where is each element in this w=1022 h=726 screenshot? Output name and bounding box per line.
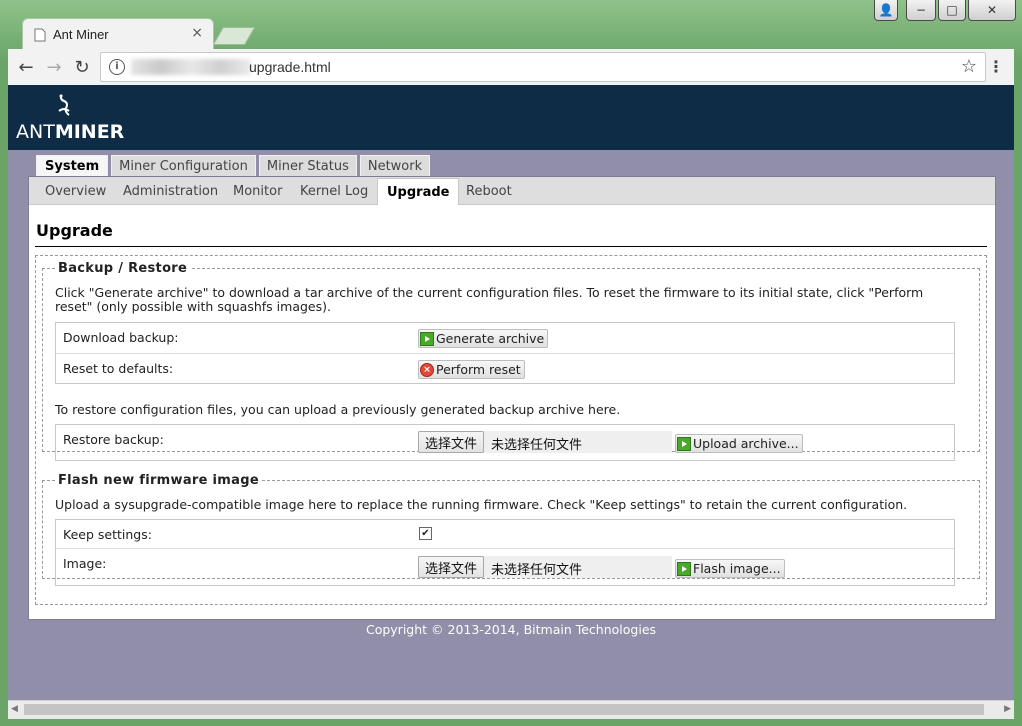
page-viewport: ANTMINER System Miner Configuration Mine… <box>8 85 1014 700</box>
reset-defaults-row: Reset to defaults: × Perform reset <box>56 354 954 383</box>
new-tab-button[interactable] <box>212 27 256 45</box>
generate-archive-button[interactable]: Generate archive <box>418 329 549 348</box>
flash-table: Keep settings: ✔ Image: 选择文件 未选择任何文件 Fla… <box>55 519 955 586</box>
window-controls: 👤 − □ ✕ <box>874 0 1016 21</box>
keep-settings-label: Keep settings: <box>63 527 152 542</box>
upload-archive-label: Upload archive... <box>693 436 799 451</box>
flash-firmware-section: Flash new firmware image Upload a sysupg… <box>42 473 980 586</box>
flash-description: Upload a sysupgrade-compatible image her… <box>55 497 908 512</box>
keep-settings-checkbox[interactable]: ✔ <box>419 527 432 540</box>
reset-icon: × <box>420 362 434 377</box>
tab-network[interactable]: Network <box>359 155 431 177</box>
tab-system[interactable]: System <box>36 155 109 177</box>
subnav-reboot[interactable]: Reboot <box>466 184 512 199</box>
restore-backup-row: Restore backup: 选择文件 未选择任何文件 Upload arch… <box>56 425 954 460</box>
generate-archive-label: Generate archive <box>436 331 545 346</box>
image-label: Image: <box>63 556 107 571</box>
restore-file-input[interactable]: 选择文件 未选择任何文件 <box>418 431 672 453</box>
bookmark-star-icon[interactable]: ☆ <box>961 56 977 77</box>
info-icon[interactable]: i <box>109 59 125 75</box>
address-bar[interactable]: i upgrade.html ☆ <box>100 52 986 82</box>
footer-copyright: Copyright © 2013-2014, Bitmain Technolog… <box>365 622 657 637</box>
backup-legend: Backup / Restore <box>58 261 188 276</box>
image-choose-file-button[interactable]: 选择文件 <box>418 556 485 578</box>
content-panel: Overview Administration Monitor Kernel L… <box>28 176 996 620</box>
browser-tab[interactable]: Ant Miner × <box>22 18 214 51</box>
browser-menu-icon[interactable]: ⋮ <box>988 57 1004 76</box>
scrollbar-thumb[interactable] <box>24 704 984 715</box>
upload-archive-button[interactable]: Upload archive... <box>675 434 803 453</box>
download-backup-row: Download backup: Generate archive <box>56 323 954 354</box>
back-icon[interactable]: ← <box>14 55 38 79</box>
title-divider <box>35 246 987 247</box>
perform-reset-button[interactable]: × Perform reset <box>418 360 525 379</box>
horizontal-scrollbar[interactable]: ◀ ▶ <box>8 700 1014 719</box>
maximize-button[interactable]: □ <box>938 0 966 21</box>
close-window-button[interactable]: ✕ <box>968 0 1016 21</box>
main-tabs: System Miner Configuration Miner Status … <box>36 155 431 177</box>
logo-text: ANTMINER <box>16 121 124 143</box>
flash-image-label: Flash image... <box>693 561 781 576</box>
page-icon <box>34 28 46 42</box>
subnav-upgrade[interactable]: Upgrade <box>377 178 460 205</box>
url-text: upgrade.html <box>249 59 331 75</box>
reload-icon[interactable]: ↻ <box>70 55 94 79</box>
perform-reset-label: Perform reset <box>436 362 521 377</box>
user-icon[interactable]: 👤 <box>874 0 898 21</box>
image-file-input[interactable]: 选择文件 未选择任何文件 <box>418 556 672 578</box>
play-icon <box>677 436 691 451</box>
subnav-monitor[interactable]: Monitor <box>233 184 282 199</box>
play-icon <box>677 561 691 576</box>
tab-miner-configuration[interactable]: Miner Configuration <box>111 155 256 177</box>
restore-file-status: 未选择任何文件 <box>491 438 583 453</box>
download-backup-label: Download backup: <box>63 330 179 345</box>
site-header: ANTMINER <box>8 85 1014 150</box>
restore-choose-file-button[interactable]: 选择文件 <box>418 431 485 453</box>
forward-icon[interactable]: → <box>42 55 66 79</box>
image-row: Image: 选择文件 未选择任何文件 Flash image... <box>56 549 954 585</box>
restore-backup-label: Restore backup: <box>63 432 164 447</box>
tab-miner-status[interactable]: Miner Status <box>258 155 357 177</box>
restore-description: To restore configuration files, you can … <box>55 402 621 417</box>
logo-text-ant: ANT <box>16 121 55 143</box>
ant-logo-icon <box>58 94 70 116</box>
sub-navigation: Overview Administration Monitor Kernel L… <box>29 177 995 205</box>
backup-table: Download backup: Generate archive Reset … <box>55 322 955 384</box>
page-title: Upgrade <box>36 221 113 240</box>
minimize-button[interactable]: − <box>906 0 936 21</box>
tab-close-icon[interactable]: × <box>191 25 203 41</box>
subnav-administration[interactable]: Administration <box>123 184 218 199</box>
subnav-kernel-log[interactable]: Kernel Log <box>300 184 368 199</box>
subnav-overview[interactable]: Overview <box>45 184 106 199</box>
browser-window: 👤 − □ ✕ Ant Miner × ← → ↻ i upgrade.html… <box>0 0 1022 726</box>
browser-toolbar: ← → ↻ i upgrade.html ☆ ⋮ <box>8 49 1014 85</box>
restore-table: Restore backup: 选择文件 未选择任何文件 Upload arch… <box>55 424 955 461</box>
reset-defaults-label: Reset to defaults: <box>63 361 174 376</box>
logo-text-miner: MINER <box>54 121 125 143</box>
keep-settings-row: Keep settings: ✔ <box>56 520 954 549</box>
scroll-left-icon[interactable]: ◀ <box>11 704 18 714</box>
backup-description: Click "Generate archive" to download a t… <box>55 285 924 314</box>
scroll-right-icon[interactable]: ▶ <box>1004 704 1011 714</box>
image-file-status: 未选择任何文件 <box>491 563 583 578</box>
backup-restore-section: Backup / Restore Click "Generate archive… <box>42 261 980 461</box>
flash-legend: Flash new firmware image <box>58 473 259 488</box>
tab-title: Ant Miner <box>53 27 109 42</box>
play-icon <box>420 331 434 346</box>
url-blurred-host <box>131 59 251 75</box>
flash-image-button[interactable]: Flash image... <box>675 559 785 578</box>
